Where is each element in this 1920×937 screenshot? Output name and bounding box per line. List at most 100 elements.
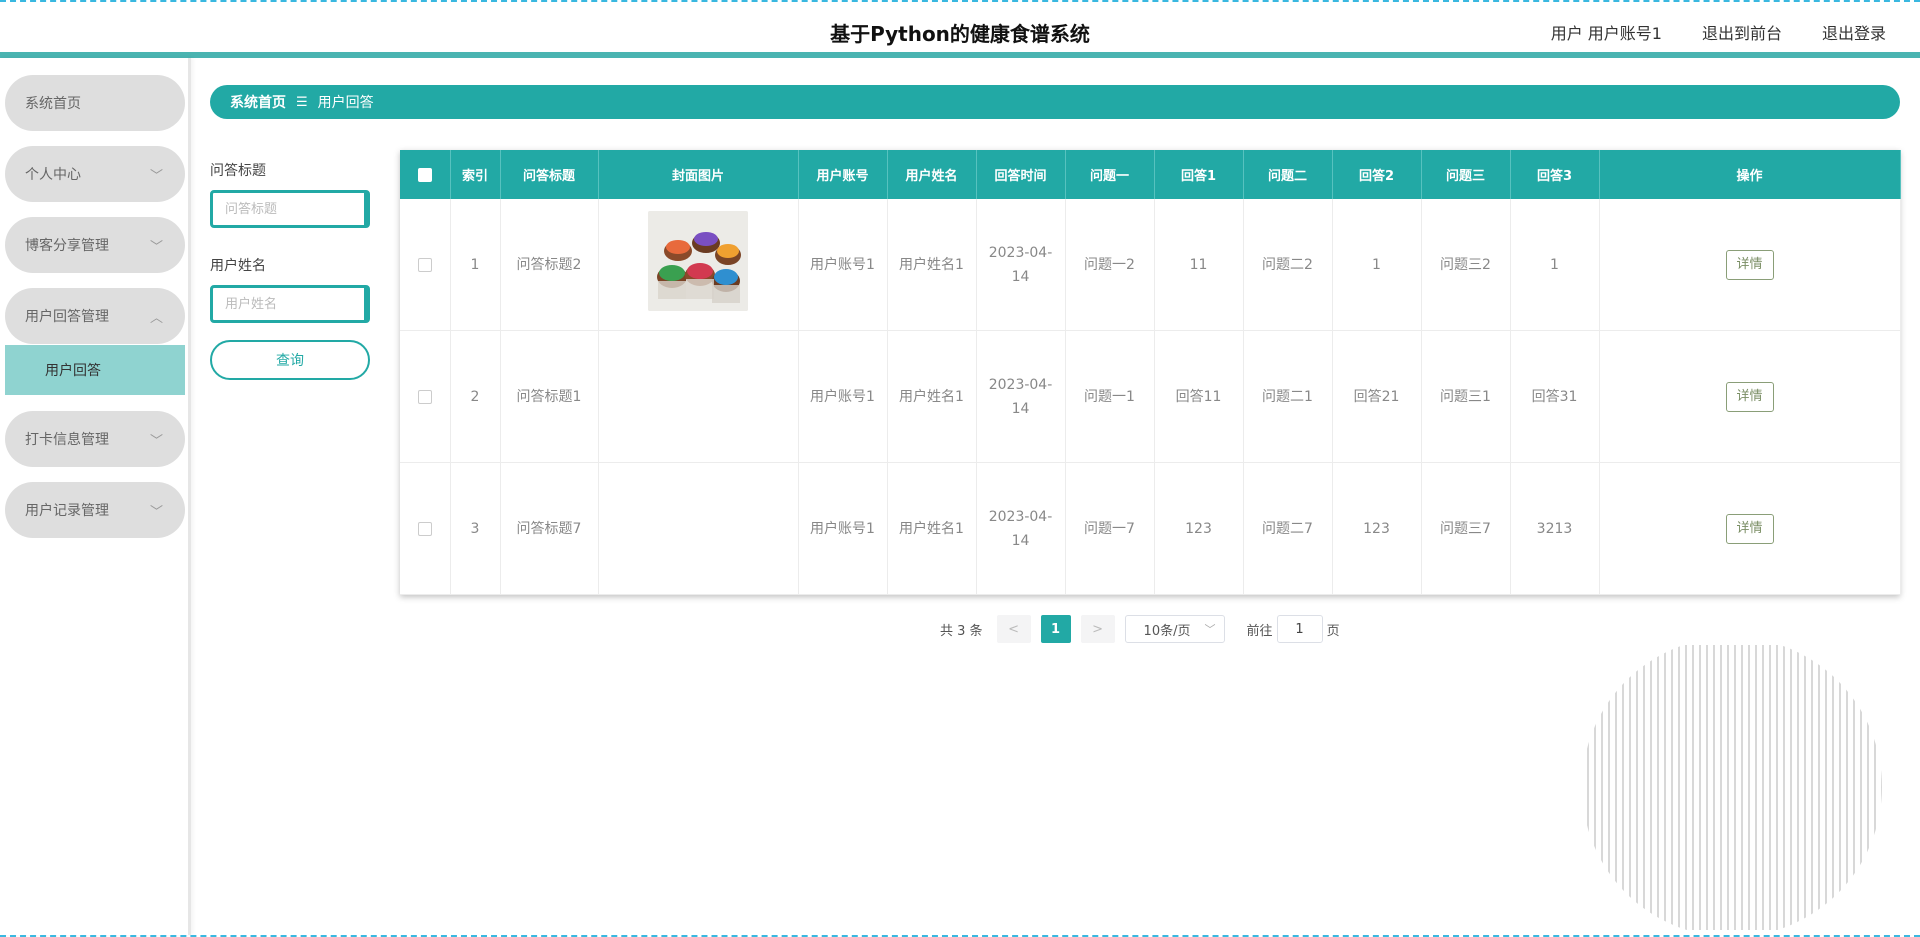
sidebar-item-label: 博客分享管理 [25,238,109,254]
cover-image[interactable] [648,210,748,311]
pagination-total: 共 3 条 [940,623,983,639]
row-checkbox[interactable] [417,257,432,272]
action-cell: 详情 [1599,199,1901,331]
column-header: 回答1 [1154,150,1244,199]
cover-image-cell [598,462,799,595]
table-header-row: 索引 问答标题 封面图片 用户账号 用户姓名 回答时间 问题一 回答1 问题二 … [400,150,1901,199]
detail-button[interactable]: 详情 [1725,249,1774,280]
index-cell: 3 [450,462,501,595]
sidebar-item-blog-share[interactable]: 博客分享管理 ﹀ [5,217,185,273]
column-header: 回答3 [1510,150,1600,199]
cover-image-cell [598,330,799,463]
table-row: 2 问答标题1 用户账号1 用户姓名1 2023-04- 14 问题一1 回答11… [400,330,1901,463]
column-header: 回答时间 [976,150,1066,199]
page-size-value: 10条/页 [1143,623,1191,639]
q1-cell: 问题一2 [1065,199,1155,331]
time-day: 14 [1011,268,1030,285]
row-checkbox[interactable] [417,389,432,404]
filter-title-label: 问答标题 [210,163,266,179]
chevron-down-icon: ﹀ [149,169,163,184]
row-select-cell [400,462,451,595]
time-cell: 2023-04- 14 [976,199,1066,331]
sidebar-item-label: 打卡信息管理 [25,432,109,448]
a2-cell: 回答21 [1332,330,1422,463]
sidebar-subitem-label: 用户回答 [45,363,101,379]
a1-cell: 11 [1154,199,1244,331]
name-cell: 用户姓名1 [887,199,977,331]
index-cell: 2 [450,330,501,463]
a3-cell: 回答31 [1510,330,1600,463]
chevron-down-icon: ﹀ [1204,623,1216,636]
time-cell: 2023-04- 14 [976,462,1066,595]
row-checkbox[interactable] [417,521,432,536]
page-size-select[interactable]: 10条/页 ﹀ [1124,615,1225,643]
column-header: 问题一 [1065,150,1155,199]
column-header: 问题二 [1243,150,1333,199]
sidebar: 系统首页 个人中心 ﹀ 博客分享管理 ﹀ 用户回答管理 ︿ 用户回答 打卡信息管… [0,58,191,935]
q2-cell: 问题二7 [1243,462,1333,595]
exit-to-front-link[interactable]: 退出到前台 [1702,20,1782,44]
column-header: 问题三 [1421,150,1511,199]
breadcrumb-home[interactable]: 系统首页 [230,92,286,112]
detail-button[interactable]: 详情 [1725,381,1774,412]
detail-button[interactable]: 详情 [1725,513,1774,544]
name-search-input[interactable] [210,285,370,323]
page-number-button[interactable]: 1 [1040,615,1071,643]
page-suffix: 页 [1326,623,1340,639]
action-cell: 详情 [1599,330,1901,463]
time-date: 2023-04- [988,244,1053,261]
column-header: 封面图片 [598,150,799,199]
column-header: 回答2 [1332,150,1422,199]
breadcrumb-separator-icon: ☰ [296,94,308,110]
account-cell: 用户账号1 [798,330,888,463]
goto-label: 前往 [1246,623,1273,639]
select-all-cell [400,150,451,199]
select-all-checkbox[interactable] [417,167,432,182]
chevron-down-icon: ﹀ [149,434,163,449]
column-header: 索引 [450,150,501,199]
q2-cell: 问题二1 [1243,330,1333,463]
account-cell: 用户账号1 [798,199,888,331]
pagination: 共 3 条 < 1 > 10条/页 ﹀ 前往 1 页 [940,615,1340,643]
action-cell: 详情 [1599,462,1901,595]
table-row: 1 问答标题2 用户账号1 用户姓名1 2023-04- 14 问题一2 11 … [400,199,1901,331]
sidebar-item-user-answer-mgmt[interactable]: 用户回答管理 ︿ [5,288,185,344]
sidebar-item-label: 用户记录管理 [25,503,109,519]
index-cell: 1 [450,199,501,331]
title-cell: 问答标题1 [500,330,599,463]
sidebar-item-label: 用户回答管理 [25,309,109,325]
q3-cell: 问题三7 [1421,462,1511,595]
next-page-button[interactable]: > [1080,615,1115,643]
current-user[interactable]: 用户 用户账号1 [1551,20,1662,44]
goto-page-input[interactable]: 1 [1276,615,1323,643]
a2-cell: 1 [1332,199,1422,331]
sidebar-item-personal-center[interactable]: 个人中心 ﹀ [5,146,185,202]
cover-image-cell [598,199,799,331]
sidebar-item-home[interactable]: 系统首页 [5,75,185,131]
table-row: 3 问答标题7 用户账号1 用户姓名1 2023-04- 14 问题一7 123 … [400,462,1901,595]
chevron-up-icon: ︿ [149,311,163,326]
sidebar-item-checkin[interactable]: 打卡信息管理 ﹀ [5,411,185,467]
title-search-input[interactable] [210,190,370,228]
sidebar-item-user-record[interactable]: 用户记录管理 ﹀ [5,482,185,538]
name-cell: 用户姓名1 [887,330,977,463]
a3-cell: 3213 [1510,462,1600,595]
query-button[interactable]: 查询 [210,340,370,380]
breadcrumb: 系统首页 ☰ 用户回答 [210,85,1900,119]
a1-cell: 回答11 [1154,330,1244,463]
bottom-border [0,931,1920,937]
q3-cell: 问题三2 [1421,199,1511,331]
q1-cell: 问题一7 [1065,462,1155,595]
answers-table: 索引 问答标题 封面图片 用户账号 用户姓名 回答时间 问题一 回答1 问题二 … [400,150,1901,595]
a3-cell: 1 [1510,199,1600,331]
q3-cell: 问题三1 [1421,330,1511,463]
logout-link[interactable]: 退出登录 [1822,20,1886,44]
column-header: 操作 [1599,150,1901,199]
a1-cell: 123 [1154,462,1244,595]
prev-page-button[interactable]: < [996,615,1031,643]
sidebar-subitem-user-answer[interactable]: 用户回答 [5,345,185,395]
account-cell: 用户账号1 [798,462,888,595]
title-cell: 问答标题7 [500,462,599,595]
time-day: 14 [1011,532,1030,549]
sidebar-item-label: 个人中心 [25,167,81,183]
